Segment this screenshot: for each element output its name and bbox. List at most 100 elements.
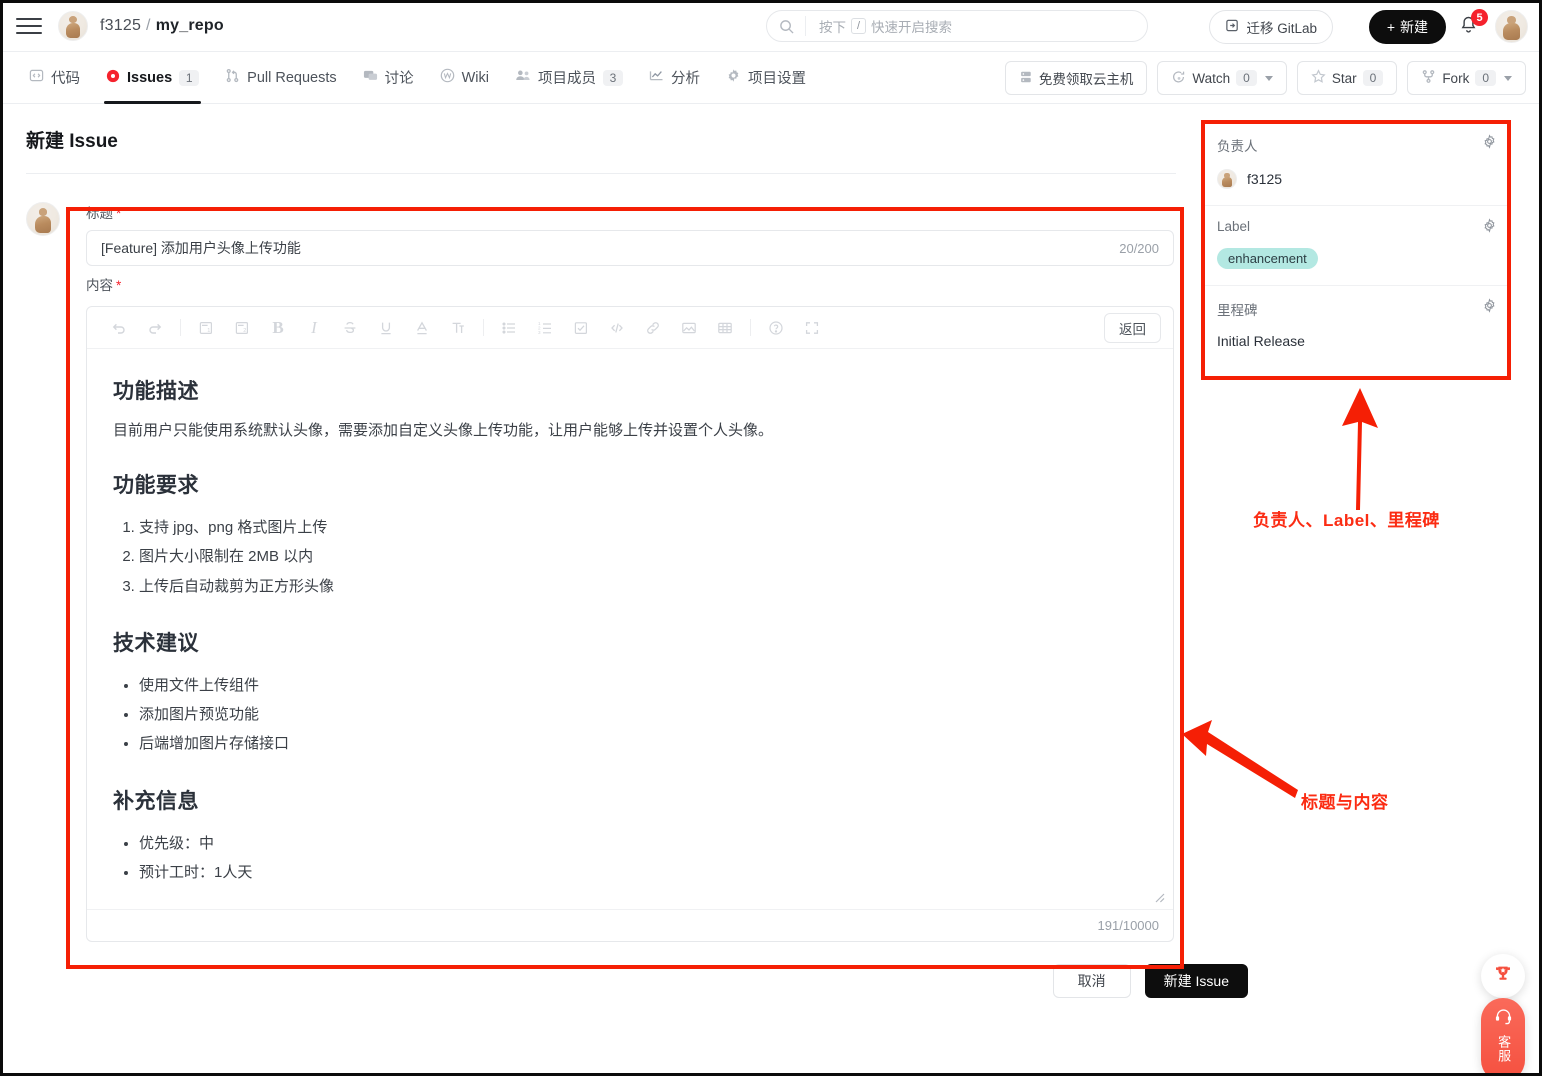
submit-issue-button[interactable]: 新建 Issue	[1145, 964, 1248, 998]
fork-label: Fork	[1442, 71, 1469, 86]
image-icon[interactable]	[676, 315, 702, 341]
sidebar-item-members[interactable]: 项目成员 3	[502, 52, 636, 104]
wiki-icon	[440, 68, 455, 87]
issues-count: 1	[179, 70, 199, 86]
doc-heading: 补充信息	[113, 785, 1147, 815]
discussion-icon	[363, 68, 378, 87]
owner-avatar[interactable]	[58, 11, 88, 41]
breadcrumb-owner[interactable]: f3125	[100, 17, 141, 34]
search-hint-before: 按下	[819, 16, 846, 36]
sidebar-item-code[interactable]: 代码	[16, 52, 93, 104]
star-count: 0	[1363, 70, 1384, 86]
star-icon	[1311, 69, 1326, 87]
list-item: 使用文件上传组件	[139, 671, 1147, 700]
code-icon	[29, 68, 44, 87]
gear-icon[interactable]	[1482, 218, 1497, 238]
trophy-icon	[1493, 964, 1513, 989]
star-button[interactable]: Star 0	[1297, 61, 1397, 95]
sidebar-item-wiki[interactable]: Wiki	[427, 52, 502, 104]
doc-paragraph: 目前用户只能使用系统默认头像，需要添加自定义头像上传功能，让用户能够上传并设置个…	[113, 419, 1147, 443]
bullet-list-icon[interactable]	[496, 315, 522, 341]
sidebar-item-issues[interactable]: Issues 1	[93, 52, 212, 104]
fullscreen-icon[interactable]	[799, 315, 825, 341]
new-button[interactable]: + 新建	[1369, 10, 1446, 44]
repo-actions: 免费领取云主机 Watch 0 Star 0	[1005, 61, 1526, 95]
strikethrough-icon[interactable]	[337, 315, 363, 341]
customer-service-label: 客服	[1496, 1035, 1510, 1063]
bold-icon[interactable]: B	[265, 315, 291, 341]
breadcrumb-repo[interactable]: my_repo	[156, 17, 224, 34]
doc-bullet-list: 使用文件上传组件 添加图片预览功能 后端增加图片存储接口	[139, 671, 1147, 759]
heading-2-icon[interactable]: 2	[229, 315, 255, 341]
customer-service-button[interactable]: 客服	[1481, 998, 1525, 1076]
content-editor[interactable]: 1 2 B I	[86, 306, 1174, 942]
heading-1-icon[interactable]: 1	[193, 315, 219, 341]
notifications-button[interactable]: 5	[1458, 14, 1484, 40]
cloud-host-button[interactable]: 免费领取云主机	[1005, 61, 1148, 95]
svg-text:2: 2	[243, 328, 246, 334]
star-label: Star	[1332, 71, 1357, 86]
title-label-text: 标题	[86, 206, 113, 221]
form-fields: 标题* [Feature] 添加用户头像上传功能 20/200 内容*	[72, 194, 1188, 998]
search-shortcut-key: /	[851, 18, 866, 34]
nav-label-settings: 项目设置	[748, 67, 806, 88]
issue-dot-icon	[106, 69, 120, 87]
assignee-user[interactable]: f3125	[1217, 169, 1495, 189]
toolbar-separator	[180, 319, 181, 336]
label-chip[interactable]: enhancement	[1217, 248, 1318, 269]
redo-icon[interactable]	[142, 315, 168, 341]
italic-icon[interactable]: I	[301, 315, 327, 341]
chevron-down-icon[interactable]	[1265, 76, 1273, 81]
title-input[interactable]: [Feature] 添加用户头像上传功能 20/200	[86, 230, 1174, 266]
nav-label-wiki: Wiki	[462, 70, 489, 86]
assignee-section: 负责人 f3125	[1203, 122, 1509, 206]
doc-bullet-list: 优先级：中 预计工时：1人天	[139, 829, 1147, 888]
sidebar-item-settings[interactable]: 项目设置	[713, 52, 819, 104]
pull-request-icon	[225, 68, 240, 87]
help-icon[interactable]	[763, 315, 789, 341]
title-required-mark: *	[116, 206, 121, 221]
fork-count: 0	[1475, 70, 1496, 86]
trophy-button[interactable]	[1481, 954, 1525, 998]
hamburger-icon[interactable]	[16, 13, 42, 39]
text-color-icon[interactable]	[409, 315, 435, 341]
content-field-label: 内容*	[72, 266, 1188, 302]
sidebar-item-discussion[interactable]: 讨论	[350, 52, 427, 104]
task-list-icon[interactable]	[568, 315, 594, 341]
ordered-list-icon[interactable]: 123	[532, 315, 558, 341]
label-section-label: Label	[1217, 219, 1495, 234]
migrate-gitlab-button[interactable]: 迁移 GitLab	[1209, 10, 1333, 44]
svg-text:3: 3	[538, 330, 541, 335]
cancel-button[interactable]: 取消	[1053, 964, 1131, 998]
undo-icon[interactable]	[106, 315, 132, 341]
sidebar-item-pull-requests[interactable]: Pull Requests	[212, 52, 349, 104]
content-char-counter: 191/10000	[1098, 918, 1159, 933]
gear-icon[interactable]	[1482, 298, 1497, 318]
notification-badge: 5	[1471, 9, 1488, 26]
assignee-name: f3125	[1247, 171, 1282, 187]
watch-button[interactable]: Watch 0	[1157, 61, 1286, 95]
back-button[interactable]: 返回	[1104, 313, 1161, 343]
svg-text:1: 1	[207, 328, 210, 334]
table-icon[interactable]	[712, 315, 738, 341]
breadcrumb: f3125/my_repo	[100, 17, 224, 35]
nav-label-analytics: 分析	[671, 67, 700, 88]
link-icon[interactable]	[640, 315, 666, 341]
milestone-value[interactable]: Initial Release	[1217, 333, 1495, 349]
chevron-down-icon[interactable]	[1504, 76, 1512, 81]
editor-content[interactable]: 功能描述 目前用户只能使用系统默认头像，需要添加自定义头像上传功能，让用户能够上…	[87, 349, 1173, 909]
search-input[interactable]: 按下 / 快速开启搜索	[766, 10, 1148, 42]
toolbar-separator	[483, 319, 484, 336]
label-section: Label enhancement	[1203, 206, 1509, 286]
fork-button[interactable]: Fork 0	[1407, 61, 1526, 95]
gear-icon[interactable]	[1482, 134, 1497, 154]
sidebar-item-analytics[interactable]: 分析	[636, 52, 713, 104]
watch-icon	[1171, 70, 1186, 87]
resize-handle[interactable]	[1152, 890, 1165, 903]
code-block-icon[interactable]	[604, 315, 630, 341]
underline-icon[interactable]	[373, 315, 399, 341]
milestone-section: 里程碑 Initial Release	[1203, 286, 1509, 365]
editor-toolbar: 1 2 B I	[87, 307, 1173, 349]
user-avatar[interactable]	[1495, 10, 1528, 43]
clear-format-icon[interactable]	[445, 315, 471, 341]
